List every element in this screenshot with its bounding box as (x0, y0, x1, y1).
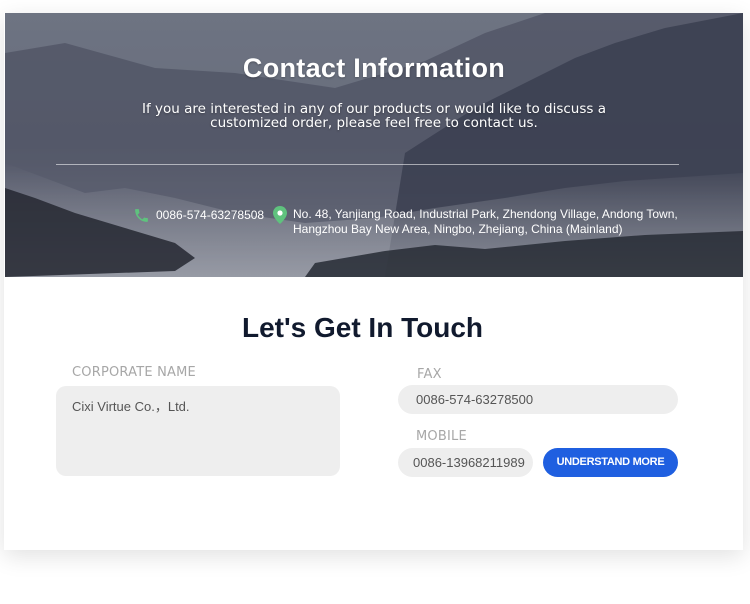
mobile-value: 0086-13968211989 (413, 455, 525, 470)
address-text: No. 48, Yanjiang Road, Industrial Park, … (293, 207, 678, 236)
hero-divider (56, 164, 679, 165)
location-pin-icon (273, 206, 287, 224)
hero-subtitle: If you are interested in any of our prod… (142, 101, 606, 131)
fax-field[interactable]: 0086-574-63278500 (398, 385, 678, 414)
understand-more-button[interactable]: UNDERSTAND MORE (543, 448, 678, 477)
fax-label: FAX (417, 367, 442, 382)
phone-icon (135, 208, 148, 222)
corporate-name-label: CORPORATE NAME (72, 365, 196, 380)
mobile-label: MOBILE (416, 429, 467, 444)
section-title: Let's Get In Touch (241, 312, 484, 343)
phone-contact: 0086-574-63278508 (133, 207, 264, 223)
fax-value: 0086-574-63278500 (416, 392, 534, 407)
corporate-name-field[interactable]: Cixi Virtue Co.，Ltd. (56, 386, 340, 476)
contact-hero-banner: Contact Information If you are intereste… (5, 13, 743, 277)
phone-number: 0086-574-63278508 (156, 208, 265, 222)
mobile-field[interactable]: 0086-13968211989 (398, 448, 533, 477)
address-contact: No. 48, Yanjiang Road, Industrial Park, … (273, 206, 693, 237)
hero-title: Contact Information (242, 53, 506, 83)
corporate-name-value: Cixi Virtue Co.，Ltd. (72, 399, 190, 414)
